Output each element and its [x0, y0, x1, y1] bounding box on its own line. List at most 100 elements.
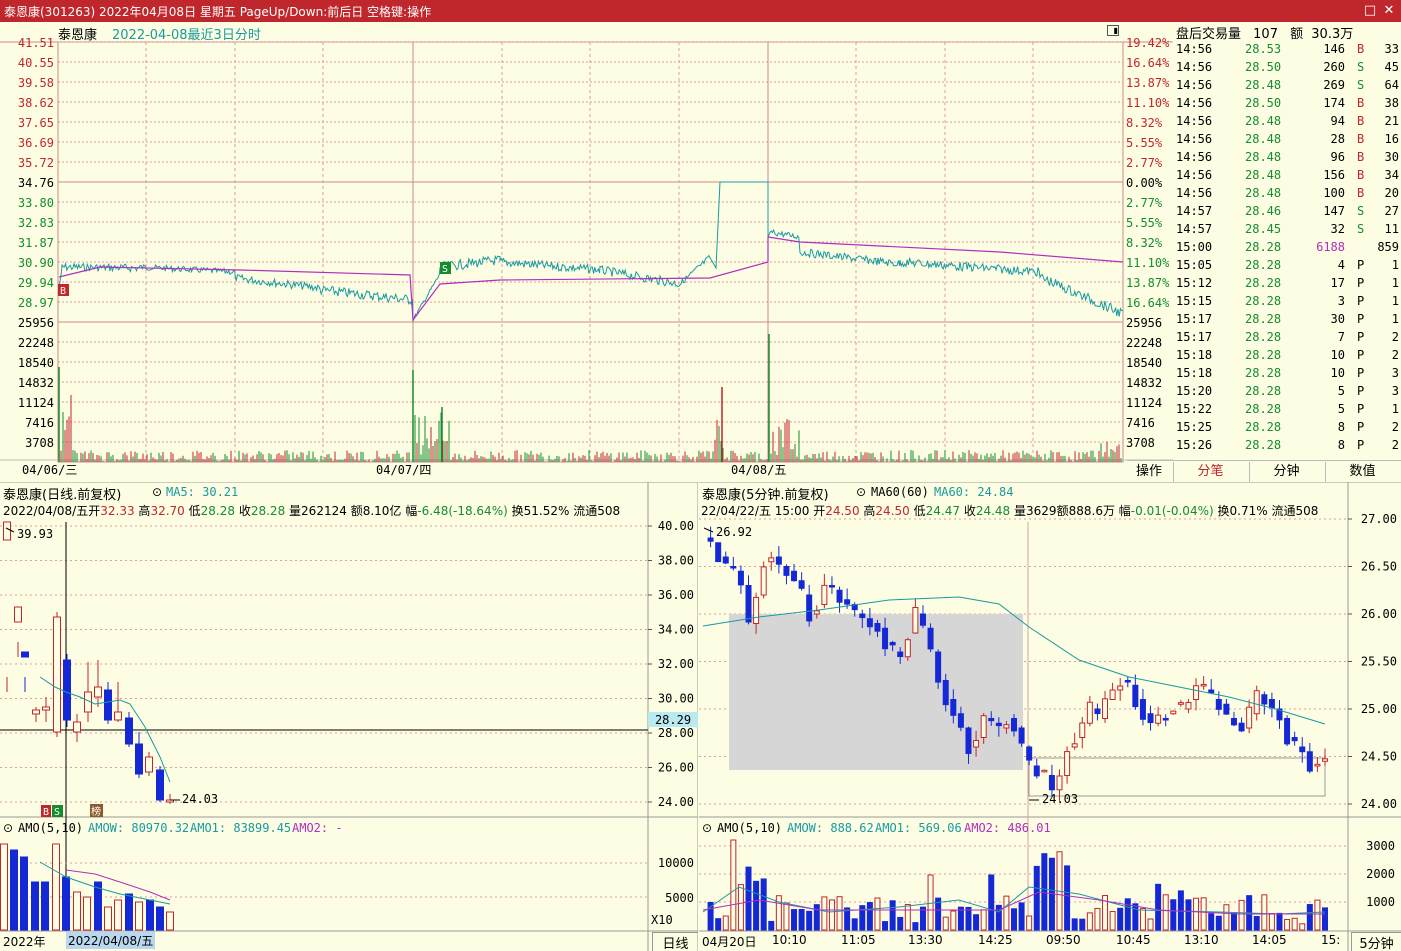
trade-count: 859: [1377, 240, 1399, 254]
trade-count: 3: [1391, 366, 1399, 380]
candle-body: [1291, 737, 1298, 742]
min5-x-label: 04月20日: [702, 935, 757, 949]
daily-open: 32.33: [100, 504, 135, 518]
daily-info-date: 2022/04/08/五: [3, 504, 89, 518]
candle-body: [1056, 775, 1063, 791]
trade-price: 28.46: [1245, 204, 1282, 218]
candle-body: [1193, 685, 1200, 700]
intraday-chart[interactable]: 41.51 19.42% 40.55 16.64% 39.58 13.87% 38.62 11…: [0, 22, 1173, 477]
candle-body: [1238, 722, 1245, 732]
volume-tick-right: 22248: [1126, 336, 1162, 350]
trade-time: 15:22: [1176, 402, 1213, 416]
restore-icon[interactable]: □: [1361, 2, 1379, 20]
trade-time: 15:17: [1176, 330, 1213, 344]
price-line: [58, 181, 1123, 322]
cursor-price: 28.29: [655, 713, 691, 727]
trade-volume: 17: [1330, 276, 1345, 290]
trade-time: 15:26: [1176, 438, 1213, 452]
daily-info-line: 2022/04/08/五开32.33 高32.70 低28.28 收28.28 …: [3, 502, 651, 519]
trade-row: 14:56 28.48 269 S 64: [1173, 76, 1401, 94]
trade-time: 15:15: [1176, 294, 1213, 308]
candle-body: [973, 740, 980, 748]
trade-volume: 5: [1337, 402, 1345, 416]
trade-volume: 174: [1323, 96, 1345, 110]
candle-body: [874, 623, 881, 632]
candle-body: [1246, 706, 1253, 729]
volume-tick-left: 25956: [18, 316, 54, 330]
amo-bar: [1003, 895, 1010, 931]
close-icon[interactable]: ✕: [1380, 2, 1398, 20]
trade-side: P: [1357, 420, 1365, 434]
amo-bar: [1208, 913, 1215, 931]
volume-tick-left: 3708: [25, 436, 54, 450]
min5-settings-icon[interactable]: ⊙: [856, 485, 866, 499]
trade-side: B: [1357, 168, 1365, 182]
daily-chg-label: 幅: [405, 504, 418, 518]
candle-body: [737, 570, 744, 586]
daily-float-label: 流通508: [573, 504, 621, 518]
trade-time: 15:17: [1176, 312, 1213, 326]
min5-amo-settings-icon[interactable]: ⊙: [702, 821, 712, 835]
amo-bar: [1230, 912, 1237, 931]
amo-bar: [62, 876, 70, 931]
amo-bar: [10, 849, 18, 931]
trade-count: 2: [1391, 330, 1399, 344]
min5-low-label: 低: [913, 504, 926, 518]
amo-bar: [1147, 918, 1154, 931]
candle-body: [745, 585, 752, 623]
trade-price: 28.50: [1245, 60, 1282, 74]
trade-count: 64: [1384, 78, 1399, 92]
trade-row: 15:05 28.28 4 P 1: [1173, 256, 1401, 274]
candle-body: [1048, 775, 1055, 791]
min5-turn-label: 换: [1217, 504, 1230, 518]
amo-bar: [1306, 904, 1313, 931]
panel-toggle-icon[interactable]: ▮: [1107, 25, 1119, 36]
candle-body: [791, 570, 798, 582]
candle-body: [1018, 727, 1025, 744]
daily-kline-panel[interactable]: 40.00 38.00 36.00 34.00 32.00 30.00 28.00 26.00…: [0, 482, 698, 951]
daily-price-tick: 30.00: [658, 692, 694, 706]
tab-operate[interactable]: 操作: [1127, 462, 1171, 482]
min5-close-label: 收: [963, 504, 976, 518]
trade-price: 28.48: [1245, 78, 1282, 92]
daily-amo-settings-icon[interactable]: ⊙: [3, 821, 13, 835]
amo-bar: [1132, 903, 1139, 931]
candle-body: [1177, 702, 1184, 705]
candle-body: [912, 607, 919, 634]
trade-count: 1: [1391, 294, 1399, 308]
min5-x-label: 09:50: [1046, 933, 1081, 947]
amo-bar: [1291, 917, 1298, 931]
amo-bar: [1033, 865, 1040, 931]
daily-svg: 40.00 38.00 36.00 34.00 32.00 30.00 28.00 26.00…: [0, 482, 698, 951]
candle-body: [1117, 685, 1124, 691]
trade-row: 15:18 28.28 10 P 3: [1173, 364, 1401, 382]
amo-bar: [722, 915, 729, 931]
daily-settings-icon[interactable]: ⊙: [152, 485, 162, 499]
daily-ma-label: MA5: 30.21: [166, 485, 239, 499]
tab-ticks[interactable]: 分笔: [1173, 462, 1247, 482]
min5-kline-panel[interactable]: 27.00 26.50 26.00 25.50 25.00 24.50 24.00 26.92…: [699, 482, 1401, 951]
daily-period-button[interactable]: 日线: [652, 932, 698, 951]
trade-volume: 8: [1337, 420, 1345, 434]
price-tick-left: 36.69: [18, 136, 54, 150]
amo-bar: [31, 881, 39, 931]
trade-time: 14:56: [1176, 78, 1213, 92]
min5-ma-label: MA60(60): [871, 485, 929, 499]
min5-high-label: 高: [863, 504, 876, 518]
daily-price-tick: 24.00: [658, 795, 694, 809]
daily-amow: AMOW: 80970.32: [88, 821, 190, 835]
candle-body: [904, 639, 911, 658]
daily-price-tick: 26.00: [658, 761, 694, 775]
candle-body: [14, 606, 22, 623]
window-titlebar: 泰恩康(301263) 2022年04月08日 星期五 PageUp/Down:…: [0, 0, 1401, 22]
tab-values[interactable]: 数值: [1325, 462, 1399, 482]
daily-amo-title: AMO(5,10): [18, 821, 84, 835]
min5-period-button[interactable]: 5分钟: [1351, 932, 1401, 951]
amo-bar: [1011, 908, 1017, 931]
min5-high-mark: 26.92: [716, 525, 752, 539]
trade-volume: 156: [1323, 168, 1345, 182]
amo-bar: [919, 906, 926, 931]
tab-minutes[interactable]: 分钟: [1249, 462, 1323, 482]
candle-body: [980, 715, 987, 738]
trade-time: 14:56: [1176, 150, 1213, 164]
